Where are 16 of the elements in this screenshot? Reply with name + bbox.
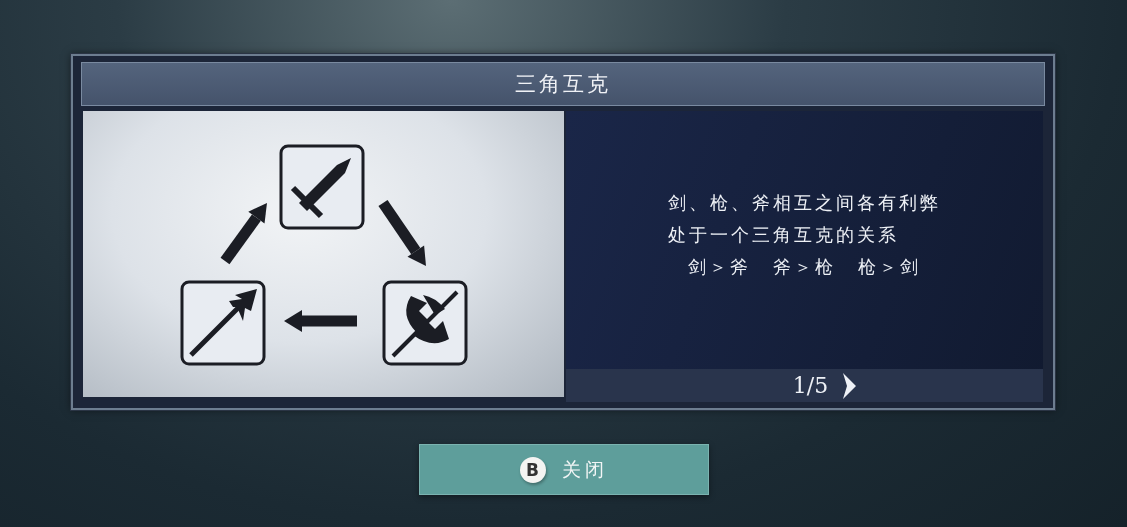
arrow-icon (378, 199, 426, 266)
arrow-icon (284, 310, 357, 332)
axe-icon (382, 280, 468, 366)
spear-icon (180, 280, 266, 366)
description-text: 处于一个三角互克的关系 (668, 223, 900, 247)
description-text: 剑、枪、斧相互之间各有利弊 (668, 191, 942, 215)
controller-key-hint: B (519, 456, 546, 483)
next-page-icon[interactable] (842, 372, 857, 399)
relation-text: 斧＞枪 (773, 255, 836, 279)
arrow-icon (220, 203, 267, 265)
sword-icon (279, 144, 365, 230)
page-indicator: 1/5 (792, 373, 829, 398)
relation-text: 剑＞斧 (688, 255, 751, 279)
close-button[interactable]: B 关闭 (418, 444, 709, 495)
relation-text: 枪＞剑 (858, 255, 921, 279)
dialog-title: 三角互克 (81, 62, 1045, 106)
